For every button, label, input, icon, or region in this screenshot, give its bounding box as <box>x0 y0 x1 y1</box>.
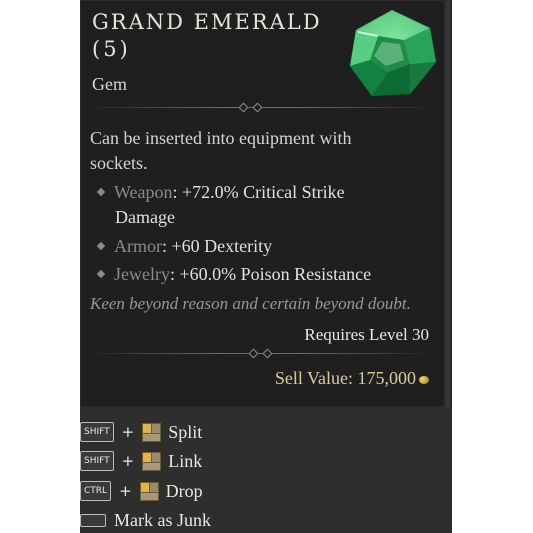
affix-armor: Armor: +60 Dexterity <box>94 234 424 259</box>
shift-key-icon: SHIFT <box>80 451 114 471</box>
level-requirement: Requires Level 30 <box>304 325 429 344</box>
item-description: Can be inserted into equipment with sock… <box>90 128 352 173</box>
bullet-diamond-icon <box>96 270 106 279</box>
hint-label: Link <box>168 450 203 471</box>
mouse-left-click-icon <box>142 423 162 442</box>
game-screen: GRAND EMERALD (5) Gem Can be inserted in… <box>0 0 533 533</box>
item-type: Gem <box>92 74 127 94</box>
affix-slot: Weapon <box>114 182 173 202</box>
sell-value-label: Sell Value: 175,000 <box>274 368 416 388</box>
hint-label: Split <box>168 421 203 442</box>
plus-icon: + <box>121 423 135 441</box>
affix-jewelry: Jewelry: +60.0% Poison Resistance <box>94 262 424 287</box>
gold-coin-icon <box>419 375 429 384</box>
tooltip-border <box>444 0 452 407</box>
hint-drop[interactable]: CTRL + Drop <box>80 479 203 503</box>
ctrl-key-icon: CTRL <box>80 481 112 501</box>
plus-icon: + <box>121 452 135 470</box>
mouse-left-click-icon <box>139 482 159 501</box>
divider-ornament-icon <box>248 348 259 359</box>
bullet-diamond-icon <box>96 242 106 251</box>
item-tier: (5) <box>92 37 131 61</box>
divider <box>90 102 430 113</box>
item-name: GRAND EMERALD <box>92 10 322 34</box>
divider-ornament-icon <box>252 102 263 113</box>
affix-effect: : +60.0% Poison Resistance <box>169 264 372 284</box>
affix-effect: : +60 Dexterity <box>162 236 273 256</box>
flavor-text: Keen beyond reason and certain beyond do… <box>90 294 411 313</box>
hint-link[interactable]: SHIFT + Link <box>80 449 202 473</box>
affix-slot: Armor <box>114 236 162 256</box>
affix-weapon: Weapon: +72.0% Critical Strike Damage <box>94 180 424 230</box>
shift-key-icon: SHIFT <box>80 422 114 442</box>
divider-ornament-icon <box>238 102 249 113</box>
sell-value: Sell Value: 175,000 <box>275 367 429 389</box>
emerald-gem-icon <box>349 9 437 97</box>
affix-effect: : +72.0% Critical Strike <box>172 182 345 202</box>
divider-line <box>90 353 430 354</box>
hint-label: Mark as Junk <box>114 509 211 530</box>
divider-ornament-icon <box>262 348 273 359</box>
mouse-left-click-icon <box>142 452 162 471</box>
affix-effect-continued: Damage <box>115 207 175 227</box>
affix-slot: Jewelry <box>114 264 170 284</box>
spacebar-key-icon <box>80 513 106 527</box>
plus-icon: + <box>119 482 132 500</box>
hint-mark-junk[interactable]: Mark as Junk <box>80 508 211 532</box>
hint-split[interactable]: SHIFT + Split <box>80 420 202 444</box>
divider <box>90 348 430 359</box>
bullet-diamond-icon <box>96 188 106 197</box>
hint-label: Drop <box>165 480 203 501</box>
